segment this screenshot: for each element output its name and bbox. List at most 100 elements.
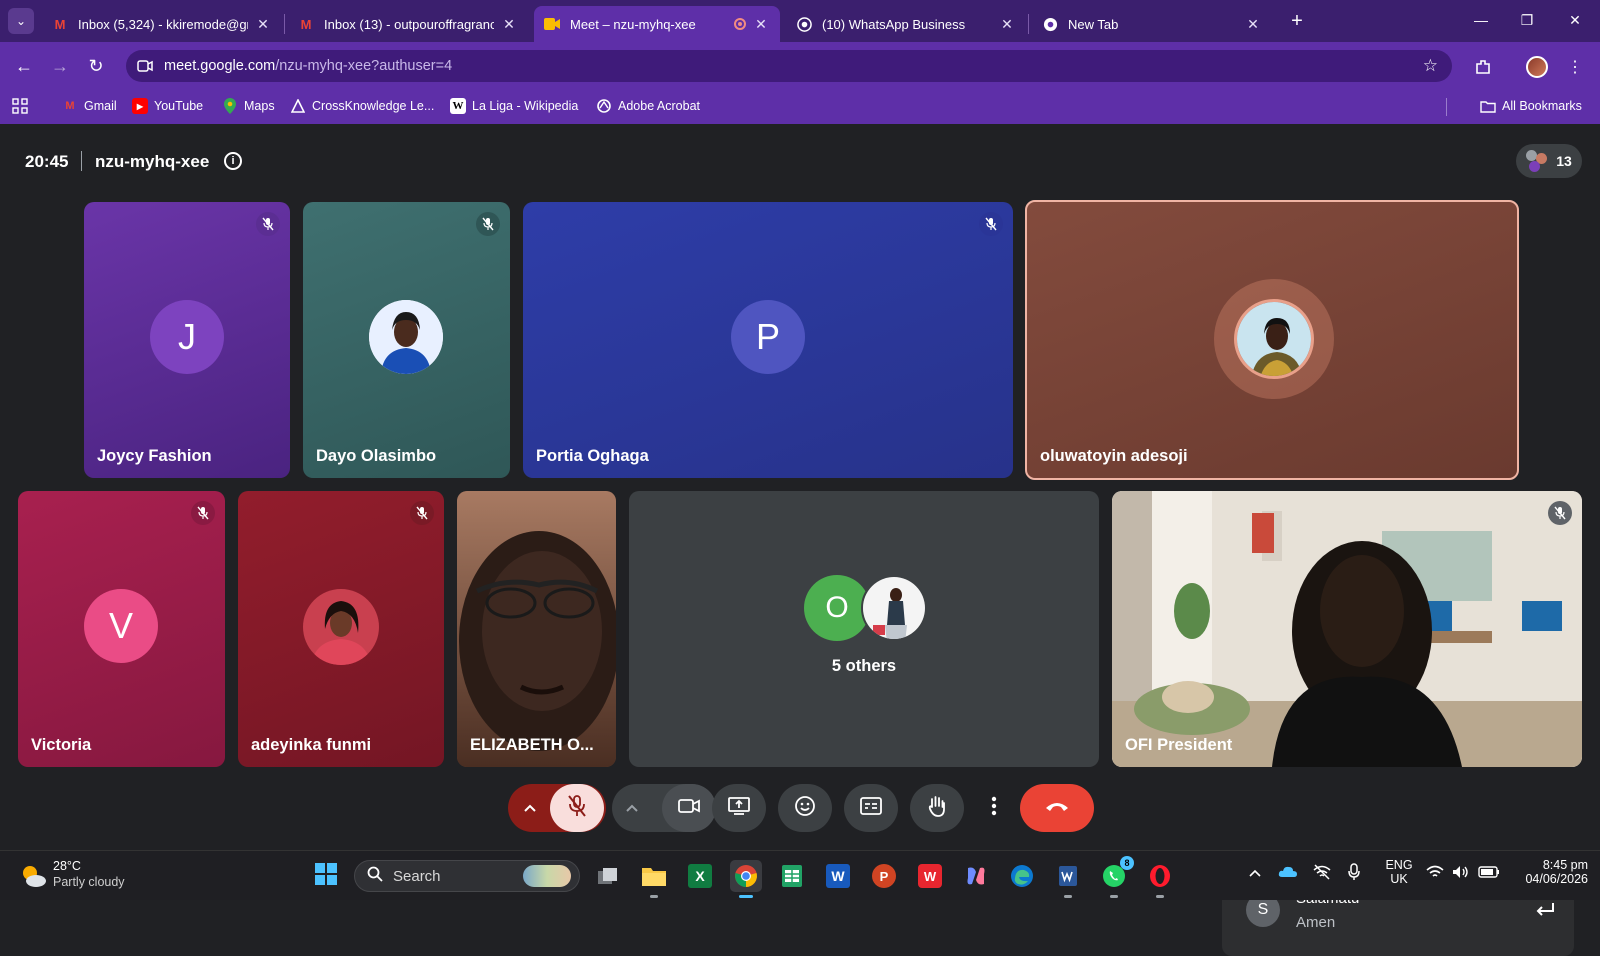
weather-icon[interactable] [18, 862, 48, 890]
word-icon[interactable]: W [822, 860, 854, 892]
leave-call-button[interactable] [1020, 784, 1094, 832]
reload-button[interactable]: ↻ [82, 52, 110, 80]
folder-icon [1480, 98, 1496, 114]
show-hidden-icons[interactable] [1248, 866, 1262, 881]
participant-tile-others[interactable]: O 5 others [629, 491, 1099, 767]
video-options-button[interactable] [612, 784, 652, 832]
participant-name: Dayo Olasimbo [316, 447, 437, 465]
mic-off-icon [979, 212, 1003, 236]
more-options-button[interactable] [976, 784, 1012, 832]
volume-icon[interactable] [1452, 865, 1470, 882]
raise-hand-button[interactable] [910, 784, 964, 832]
windows-logo-icon [314, 862, 338, 890]
edge-icon[interactable] [1006, 860, 1038, 892]
participant-name: ELIZABETH O... [470, 736, 594, 754]
bookmark-crossknowledge[interactable]: CrossKnowledge Le... [290, 98, 434, 114]
tab-title: (10) WhatsApp Business [822, 16, 966, 32]
microphone-icon[interactable] [1348, 863, 1360, 884]
notification-badge: 8 [1120, 856, 1134, 870]
captions-button[interactable] [844, 784, 898, 832]
network-off-icon[interactable] [1312, 864, 1332, 883]
participant-tile-joycy[interactable]: J Joycy Fashion [84, 202, 290, 478]
apps-grid-icon[interactable] [12, 98, 28, 114]
language-indicator[interactable]: ENG UK [1384, 858, 1414, 886]
close-icon[interactable]: ✕ [500, 16, 518, 33]
close-window-button[interactable]: ✕ [1552, 6, 1598, 34]
participant-tile-elizabeth[interactable]: ELIZABETH O... [457, 491, 616, 767]
site-info-icon[interactable] [136, 57, 154, 75]
tab-whatsapp[interactable]: (10) WhatsApp Business ✕ [786, 6, 1026, 42]
bookmarks-bar: M Gmail ▶ YouTube Maps CrossKnowledge Le..… [0, 90, 1600, 124]
address-bar[interactable]: meet.google.com/nzu-myhq-xee?authuser=4 … [126, 50, 1452, 82]
close-icon[interactable]: ✕ [254, 16, 272, 33]
whatsapp-taskbar-icon[interactable]: 8 [1098, 856, 1134, 898]
meeting-info-icon[interactable]: i [224, 152, 242, 170]
wifi-icon[interactable] [1426, 865, 1444, 882]
reactions-button[interactable] [778, 784, 832, 832]
bookmark-maps[interactable]: Maps [222, 98, 275, 114]
participant-avatar: V [84, 589, 158, 663]
close-icon[interactable]: ✕ [998, 16, 1016, 33]
taskbar-search[interactable]: Search [354, 860, 580, 892]
mic-off-icon [191, 501, 215, 525]
participant-tile-portia[interactable]: P Portia Oghaga [523, 202, 1013, 478]
close-icon[interactable]: ✕ [752, 16, 770, 33]
new-tab-button[interactable]: + [1284, 8, 1310, 34]
bookmark-star-icon[interactable]: ☆ [1423, 56, 1438, 76]
excel-icon[interactable]: X [684, 860, 716, 892]
others-label: 5 others [831, 657, 897, 675]
present-button[interactable] [712, 784, 766, 832]
taskbar-clock[interactable]: 8:45 pm 04/06/2026 [1510, 858, 1588, 886]
tab-new-tab[interactable]: New Tab ✕ [1032, 6, 1272, 42]
participants-button[interactable]: 13 [1516, 144, 1582, 178]
extensions-icon[interactable] [1470, 54, 1496, 80]
participant-avatar: P [731, 300, 805, 374]
wps-office-icon[interactable]: W [914, 860, 946, 892]
start-button[interactable] [310, 860, 342, 892]
mic-control-group [508, 784, 606, 832]
forward-button[interactable]: → [46, 52, 74, 80]
search-placeholder: Search [393, 867, 441, 885]
bookmark-label: Adobe Acrobat [618, 99, 701, 113]
audio-options-button[interactable] [508, 784, 552, 832]
word-doc-icon[interactable] [1052, 860, 1084, 898]
participant-tile-oluwatoyin[interactable]: oluwatoyin adesoji [1025, 200, 1519, 480]
camera-control-group [612, 784, 716, 832]
bookmark-gmail[interactable]: M Gmail [62, 98, 116, 114]
tab-search-button[interactable]: ⌄ [8, 8, 34, 34]
restore-button[interactable]: ❐ [1504, 6, 1550, 34]
bookmark-acrobat[interactable]: Adobe Acrobat [596, 98, 700, 114]
camera-toggle-button[interactable] [662, 784, 716, 832]
bookmark-label: All Bookmarks [1502, 99, 1582, 113]
task-view-icon[interactable] [592, 860, 624, 892]
back-button[interactable]: ← [10, 52, 38, 80]
participant-tile-victoria[interactable]: V Victoria [18, 491, 225, 767]
tab-gmail-inbox-1[interactable]: M Inbox (5,324) - kkiremode@gm ✕ [42, 6, 282, 42]
profile-avatar[interactable] [1524, 54, 1550, 80]
camera-icon [678, 798, 700, 819]
sheets-icon[interactable] [776, 860, 808, 892]
all-bookmarks-button[interactable]: All Bookmarks [1480, 98, 1582, 114]
bookmark-wikipedia[interactable]: W La Liga - Wikipedia [450, 98, 578, 114]
browser-menu-icon[interactable]: ⋮ [1562, 54, 1588, 80]
opera-icon[interactable] [1144, 860, 1176, 898]
close-icon[interactable]: ✕ [1244, 16, 1262, 33]
powerpoint-icon[interactable]: P [868, 860, 900, 892]
mic-off-icon [410, 501, 434, 525]
participant-tile-adeyinka[interactable]: adeyinka funmi [238, 491, 444, 767]
chrome-taskbar-icon[interactable] [730, 860, 762, 898]
file-explorer-icon[interactable] [638, 860, 670, 898]
minimize-button[interactable]: — [1458, 6, 1504, 34]
weather-desc: Partly cloudy [53, 875, 125, 889]
clock-time: 8:45 pm [1542, 858, 1588, 872]
copilot-icon[interactable] [960, 860, 992, 892]
participant-tile-ofi-president[interactable]: OFI President [1112, 491, 1582, 767]
tab-gmail-inbox-2[interactable]: M Inbox (13) - outpourоffragrance ✕ [288, 6, 528, 42]
mic-toggle-button[interactable] [550, 784, 604, 832]
participant-tile-dayo[interactable]: Dayo Olasimbo [303, 202, 510, 478]
onedrive-icon[interactable] [1278, 864, 1298, 881]
weather-temp: 28°C [53, 859, 81, 873]
tab-meet[interactable]: Meet – nzu-myhq-xee ✕ [534, 6, 780, 42]
battery-icon[interactable] [1478, 866, 1500, 881]
bookmark-youtube[interactable]: ▶ YouTube [132, 98, 203, 114]
